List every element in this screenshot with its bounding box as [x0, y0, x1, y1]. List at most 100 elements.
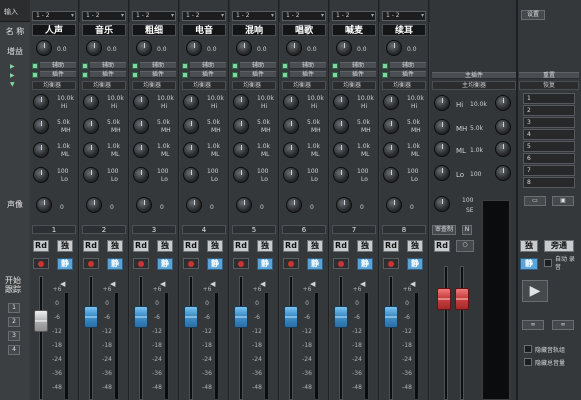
- mute-button[interactable]: 静: [157, 258, 173, 270]
- hide-master-check[interactable]: [524, 358, 532, 366]
- input-select[interactable]: 1 - 2 ▾: [332, 11, 376, 21]
- pan-knob[interactable]: [136, 197, 152, 213]
- master-n-button[interactable]: N: [462, 225, 472, 235]
- eq-lo-knob[interactable]: [133, 167, 149, 183]
- channel-fader[interactable]: [334, 306, 348, 328]
- eq-hi-knob[interactable]: [383, 94, 399, 110]
- solo-button[interactable]: 独: [107, 240, 123, 252]
- right-mute-button[interactable]: 静: [520, 258, 538, 270]
- channel-name[interactable]: 粗细: [132, 24, 176, 36]
- channel-fader[interactable]: [184, 306, 198, 328]
- eq-mh-knob[interactable]: [333, 118, 349, 134]
- pan-knob[interactable]: [386, 197, 402, 213]
- send-led[interactable]: [232, 63, 238, 69]
- channel-fader[interactable]: [384, 306, 398, 328]
- record-button[interactable]: [283, 258, 299, 269]
- send-led[interactable]: [332, 63, 338, 69]
- recover-button[interactable]: 恢复: [519, 81, 579, 90]
- master-hi-knob[interactable]: [495, 95, 511, 111]
- master-mh-knob[interactable]: [495, 119, 511, 135]
- solo-button[interactable]: 独: [157, 240, 173, 252]
- send-led[interactable]: [182, 63, 188, 69]
- send-button[interactable]: 辅助: [90, 62, 126, 69]
- eq-ml-knob[interactable]: [283, 142, 299, 158]
- channel-name[interactable]: 续耳: [382, 24, 426, 36]
- input-select[interactable]: 1 - 2 ▾: [182, 11, 226, 21]
- insert-led[interactable]: [282, 72, 288, 78]
- mute-button[interactable]: 静: [257, 258, 273, 270]
- mute-button[interactable]: 静: [407, 258, 423, 270]
- eq-mh-knob[interactable]: [283, 118, 299, 134]
- eq-lo-knob[interactable]: [333, 167, 349, 183]
- eq-button[interactable]: 均衡器: [132, 81, 176, 90]
- record-button[interactable]: [33, 258, 49, 269]
- eq-hi-knob[interactable]: [133, 94, 149, 110]
- record-button[interactable]: [183, 258, 199, 269]
- rd-button[interactable]: Rd: [83, 240, 99, 252]
- eq-ml-knob[interactable]: [233, 142, 249, 158]
- mute-button[interactable]: 静: [207, 258, 223, 270]
- channel-fader[interactable]: [284, 306, 298, 328]
- eq-mh-knob[interactable]: [383, 118, 399, 134]
- channel-name[interactable]: 唱歌: [282, 24, 326, 36]
- pan-knob[interactable]: [236, 197, 252, 213]
- master-hi-gain-knob[interactable]: [434, 95, 450, 111]
- eq-button[interactable]: 均衡器: [282, 81, 326, 90]
- master-pan-knob[interactable]: [434, 196, 450, 212]
- insert-button[interactable]: 插件: [90, 71, 126, 78]
- rd-button[interactable]: Rd: [133, 240, 149, 252]
- channel-name[interactable]: 混响: [232, 24, 276, 36]
- eq-hi-knob[interactable]: [183, 94, 199, 110]
- eq-lo-knob[interactable]: [283, 167, 299, 183]
- bypass-button[interactable]: 旁通: [544, 240, 574, 252]
- send-button[interactable]: 辅助: [240, 62, 276, 69]
- preset-slot-6[interactable]: 6: [523, 153, 575, 164]
- insert-button[interactable]: 插件: [40, 71, 76, 78]
- rd-button[interactable]: Rd: [33, 240, 49, 252]
- send-button[interactable]: 辅助: [290, 62, 326, 69]
- left-num-1[interactable]: 1: [8, 303, 20, 313]
- eq-lo-knob[interactable]: [183, 167, 199, 183]
- preset-slot-8[interactable]: 8: [523, 177, 575, 188]
- record-button[interactable]: [383, 258, 399, 269]
- left-num-2[interactable]: 2: [8, 317, 20, 327]
- master-lo-knob[interactable]: [495, 165, 511, 181]
- insert-button[interactable]: 插件: [140, 71, 176, 78]
- channel-name[interactable]: 人声: [32, 24, 76, 36]
- record-button[interactable]: [83, 258, 99, 269]
- master-ml-gain-knob[interactable]: [434, 141, 450, 157]
- eq-hi-knob[interactable]: [283, 94, 299, 110]
- input-select[interactable]: 1 - 2 ▾: [382, 11, 426, 21]
- gain-knob[interactable]: [36, 40, 52, 56]
- right-solo-button[interactable]: 独: [520, 240, 538, 252]
- eq-lo-knob[interactable]: [33, 167, 49, 183]
- preset-slot-4[interactable]: 4: [523, 129, 575, 140]
- eq-ml-knob[interactable]: [383, 142, 399, 158]
- gain-knob[interactable]: [186, 40, 202, 56]
- master-eq[interactable]: 主均衡器: [432, 81, 516, 90]
- insert-button[interactable]: 插件: [340, 71, 376, 78]
- loop-icon[interactable]: ∞: [522, 320, 544, 330]
- folder-icon[interactable]: ▭: [524, 196, 546, 206]
- input-select[interactable]: 1 - 2 ▾: [282, 11, 326, 21]
- eq-mh-knob[interactable]: [33, 118, 49, 134]
- input-select[interactable]: 1 - 2 ▾: [32, 11, 76, 21]
- insert-led[interactable]: [182, 72, 188, 78]
- master-ml-knob[interactable]: [495, 141, 511, 157]
- eq-hi-knob[interactable]: [83, 94, 99, 110]
- eq-hi-knob[interactable]: [333, 94, 349, 110]
- left-num-4[interactable]: 4: [8, 345, 20, 355]
- mute-button[interactable]: 静: [307, 258, 323, 270]
- gain-knob[interactable]: [136, 40, 152, 56]
- eq-button[interactable]: 均衡器: [382, 81, 426, 90]
- save-icon[interactable]: ▣: [552, 196, 574, 206]
- channel-name[interactable]: 音乐: [82, 24, 126, 36]
- insert-button[interactable]: 插件: [240, 71, 276, 78]
- master-fader-right[interactable]: [455, 288, 469, 310]
- mute-button[interactable]: 静: [107, 258, 123, 270]
- eq-mh-knob[interactable]: [83, 118, 99, 134]
- eq-ml-knob[interactable]: [83, 142, 99, 158]
- eq-ml-knob[interactable]: [333, 142, 349, 158]
- channel-name[interactable]: 喊麦: [332, 24, 376, 36]
- solo-button[interactable]: 独: [307, 240, 323, 252]
